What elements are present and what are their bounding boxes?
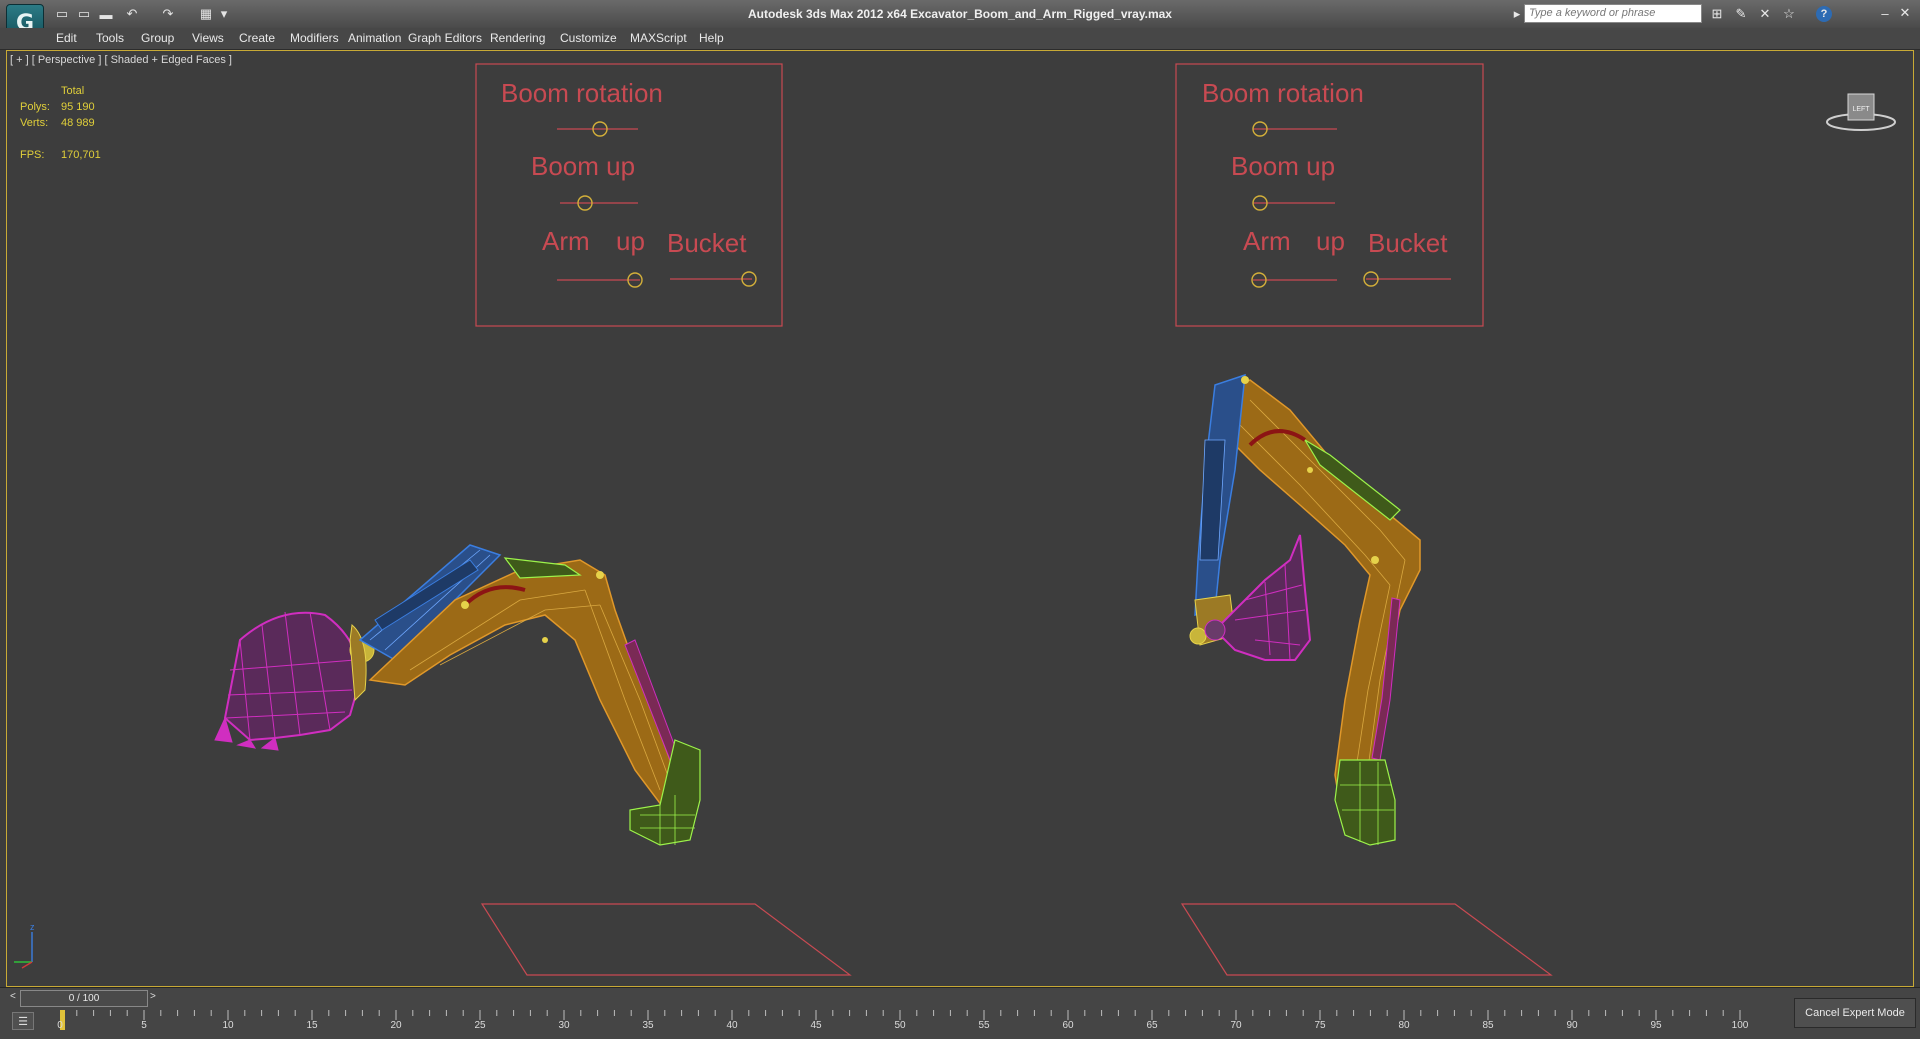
boom-rotation-label-right: Boom rotation (1202, 78, 1364, 108)
ruler-label: 25 (474, 1020, 486, 1031)
arm-label-left: Arm (542, 226, 590, 256)
ruler-label: 65 (1146, 1020, 1158, 1031)
ruler-label: 0 (57, 1020, 63, 1031)
rig-control-panel-right: Boom rotation Boom up Arm up Bucket (1175, 63, 1484, 327)
ruler-label: 45 (810, 1020, 822, 1031)
ruler-label: 40 (726, 1020, 738, 1031)
ruler-label: 85 (1482, 1020, 1494, 1031)
boom-up-label-left: Boom up (531, 151, 635, 181)
ruler-label: 35 (642, 1020, 654, 1031)
ruler-label: 10 (222, 1020, 234, 1031)
ground-plane-left[interactable] (480, 903, 852, 976)
bucket-label-right: Bucket (1368, 228, 1448, 258)
ruler-label: 80 (1398, 1020, 1410, 1031)
bucket-label-left: Bucket (667, 228, 747, 258)
ruler-label: 5 (141, 1020, 147, 1031)
ruler-label: 20 (390, 1020, 402, 1031)
ruler-label: 100 (1731, 1020, 1749, 1031)
viewcube[interactable]: LEFT (1824, 88, 1898, 138)
ruler-label: 55 (978, 1020, 990, 1031)
boom-up-label-right: Boom up (1231, 151, 1335, 181)
time-slider-thumb[interactable]: 0 / 100 (20, 990, 148, 1007)
excavator-model-left[interactable] (214, 544, 701, 846)
viewcube-face-label: LEFT (1852, 106, 1870, 113)
track-bar-toggle-icon[interactable]: ☰ (12, 1012, 34, 1030)
scene-canvas: Boom rotation Boom up Arm up Bucket Boom… (14, 63, 1553, 976)
cancel-expert-mode-button[interactable]: Cancel Expert Mode (1794, 998, 1916, 1028)
axis-tripod: z (14, 922, 35, 969)
boom-rotation-label-left: Boom rotation (501, 78, 663, 108)
axis-z-label: z (30, 922, 35, 932)
time-slider-prev[interactable]: < (10, 991, 16, 1002)
ruler-label: 90 (1566, 1020, 1578, 1031)
arm-label-right: Arm (1243, 226, 1291, 256)
excavator-model-right[interactable] (1189, 373, 1421, 846)
ruler-label: 70 (1230, 1020, 1242, 1031)
ground-plane-right[interactable] (1180, 903, 1553, 976)
arm-up-label-right: up (1316, 226, 1345, 256)
rig-control-panel-left: Boom rotation Boom up Arm up Bucket (475, 63, 783, 327)
time-slider-next[interactable]: > (150, 991, 156, 1002)
ruler-label: 50 (894, 1020, 906, 1031)
ruler-label: 75 (1314, 1020, 1326, 1031)
arm-up-label-left: up (616, 226, 645, 256)
ruler-label: 15 (306, 1020, 318, 1031)
ruler-label: 95 (1650, 1020, 1662, 1031)
ruler-label: 30 (558, 1020, 570, 1031)
ruler-label: 60 (1062, 1020, 1074, 1031)
